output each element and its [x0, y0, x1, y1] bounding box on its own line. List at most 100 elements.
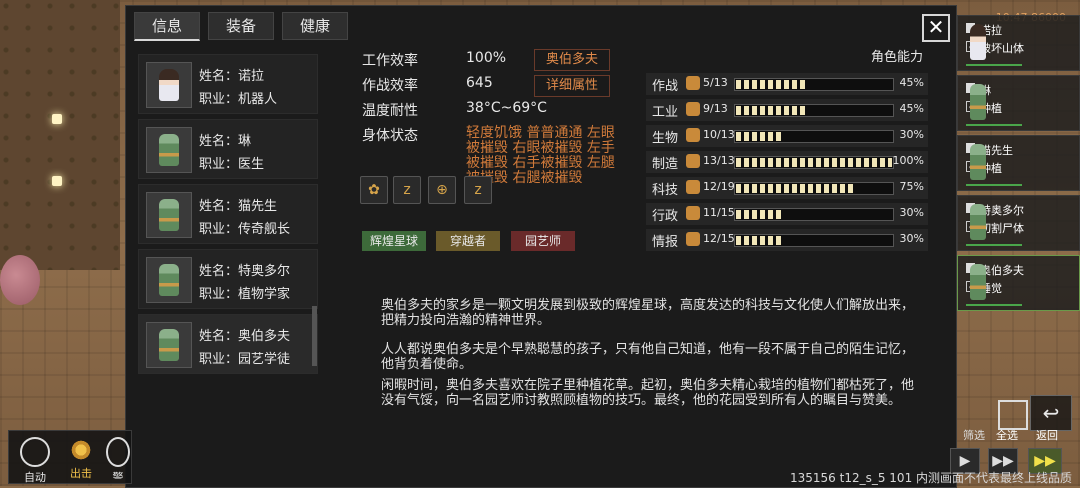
temp-tolerance-value: 38°C~69°C — [466, 100, 547, 116]
character-roster: 姓名：诺拉 职业：机器人 姓名：琳 职业：医生 姓名：猫先生 职业：传奇舰长 姓… — [138, 54, 318, 379]
ability-name: 作战 — [652, 79, 679, 94]
ability-level: 9/13 — [703, 102, 728, 115]
roster-item[interactable]: 姓名：诺拉 职业：机器人 — [138, 54, 318, 114]
filter-button[interactable]: 筛选 — [963, 427, 985, 443]
ability-fill — [736, 158, 892, 167]
ability-row: 科技 12/19 75% — [646, 177, 928, 199]
work-efficiency-value: 100% — [466, 50, 507, 66]
roster-item[interactable]: 姓名：琳 职业：医生 — [138, 119, 318, 179]
avatar — [146, 322, 192, 368]
close-button[interactable]: ✕ — [922, 14, 950, 42]
avatar — [146, 62, 192, 108]
roster-job: 职业：医生 — [199, 157, 265, 172]
colonist-card[interactable]: 猫先生 ✓ 种植 — [957, 135, 1080, 191]
roster-name: 姓名：诺拉 — [199, 69, 265, 84]
roster-job: 职业：园艺学徒 — [199, 352, 291, 367]
colonist-name: 奥伯多夫 — [980, 264, 1024, 277]
roster-item[interactable]: 姓名：猫先生 职业：传奇舰长 — [138, 184, 318, 244]
select-all-icon[interactable] — [998, 400, 1028, 430]
alert-button[interactable]: 警 — [105, 435, 131, 479]
play-icon: ▶ — [959, 453, 971, 469]
ability-bar — [734, 78, 894, 91]
ability-row: 制造 13/13 100% — [646, 151, 928, 173]
roster-item-selected[interactable]: 姓名：奥伯多夫 职业：园艺学徒 — [138, 314, 318, 374]
back-label: 返回 — [1036, 429, 1058, 442]
roster-name: 姓名：奥伯多夫 — [199, 329, 291, 344]
colonist-card[interactable]: 诺拉 ✓ 破坏山体 — [957, 15, 1080, 71]
avatar — [146, 127, 192, 173]
ability-icon — [686, 206, 700, 220]
ability-level: 13/13 — [703, 154, 735, 167]
seedling-icon[interactable]: ✿ — [360, 176, 388, 204]
detail-attributes-button[interactable]: 详细属性 — [534, 75, 610, 97]
ability-icon — [686, 154, 700, 168]
robot-sprite-icon — [159, 264, 179, 296]
colonist-task: 破坏山体 — [980, 42, 1024, 55]
ability-bar — [734, 130, 894, 143]
ability-name: 情报 — [652, 235, 679, 250]
ability-percent: 100% — [892, 154, 924, 167]
ability-bar — [734, 234, 894, 247]
roster-item[interactable]: 姓名：特奥多尔 职业：植物学家 — [138, 249, 318, 309]
robot-sprite-icon — [159, 134, 179, 166]
trait-badge[interactable]: 辉煌星球 — [362, 231, 426, 251]
roster-job: 职业：机器人 — [199, 92, 278, 107]
auto-button[interactable]: 自动 — [13, 435, 57, 484]
health-bar — [966, 304, 1022, 306]
health-bar — [966, 184, 1022, 186]
ability-row: 作战 5/13 45% — [646, 73, 928, 95]
tab-info[interactable]: 信息 — [134, 12, 200, 41]
tab-health[interactable]: 健康 — [282, 12, 348, 40]
bio-paragraph: 闲暇时间，奥伯多夫喜欢在院子里种植花草。起初，奥伯多夫精心栽培的植物们都枯死了，… — [381, 378, 915, 408]
ability-icon — [686, 232, 700, 246]
sleep-icon[interactable]: z — [464, 176, 492, 204]
colonist-card[interactable]: 琳 ✓ 种植 — [957, 75, 1080, 131]
tab-equipment[interactable]: 装备 — [208, 12, 274, 40]
body-status-label: 身体状态 — [362, 128, 418, 144]
lamp — [52, 176, 62, 186]
trait-badge[interactable]: 穿越者 — [436, 231, 500, 251]
sleep-icon[interactable]: z — [393, 176, 421, 204]
roster-scrollbar[interactable] — [312, 306, 317, 366]
character-name-button[interactable]: 奥伯多夫 — [534, 49, 610, 71]
trait-badge[interactable]: 园艺师 — [511, 231, 575, 251]
attack-button[interactable]: 出击 — [59, 435, 103, 480]
work-efficiency-label: 工作效率 — [362, 53, 418, 69]
fastest-forward-icon: ▶▶ — [1034, 453, 1056, 469]
ability-row: 行政 11/15 30% — [646, 203, 928, 225]
ability-name: 科技 — [652, 183, 679, 198]
robot-sprite-icon — [970, 84, 986, 120]
back-button[interactable]: ↩ — [1030, 395, 1072, 431]
ability-name: 制造 — [652, 157, 679, 172]
colonist-name: 特奥多尔 — [980, 204, 1024, 217]
ability-icon — [686, 180, 700, 194]
ability-fill — [736, 80, 807, 89]
health-bar — [966, 124, 1022, 126]
ability-percent: 75% — [899, 180, 924, 193]
health-bar — [966, 64, 1022, 66]
ability-percent: 45% — [899, 102, 924, 115]
tree — [0, 255, 40, 305]
health-bar — [966, 244, 1022, 246]
colonist-card-selected[interactable]: 奥伯多夫 ✓ 睡觉 — [957, 255, 1080, 311]
avatar — [146, 257, 192, 303]
ability-percent: 30% — [899, 128, 924, 141]
ability-fill — [736, 132, 783, 141]
target-icon[interactable]: ⊕ — [428, 176, 456, 204]
colonist-task: 切割尸体 — [980, 222, 1024, 235]
fast-forward-icon: ▶▶ — [992, 453, 1014, 469]
colonist-list: 10:47 86000 诺拉 ✓ 破坏山体 琳 ✓ 种植 猫先生 ✓ 种植 特奥… — [957, 11, 1080, 315]
colonist-card[interactable]: 特奥多尔 ✓ 切割尸体 — [957, 195, 1080, 251]
ability-name: 生物 — [652, 131, 679, 146]
robot-sprite-icon — [970, 204, 986, 240]
ability-bar — [734, 208, 894, 221]
robot-sprite-icon — [970, 144, 986, 180]
panel-tabs: 信息 装备 健康 — [134, 12, 348, 41]
ability-level: 12/19 — [703, 180, 735, 193]
roster-name: 姓名：特奥多尔 — [199, 264, 291, 279]
ability-level: 12/15 — [703, 232, 735, 245]
close-icon: ✕ — [927, 15, 945, 39]
select-all-button[interactable]: 全选 — [996, 427, 1018, 443]
bio-paragraph: 奥伯多夫的家乡是一颗文明发展到极致的辉煌星球，高度发达的科技与文化使人们解放出来… — [381, 298, 915, 328]
ability-percent: 45% — [899, 76, 924, 89]
